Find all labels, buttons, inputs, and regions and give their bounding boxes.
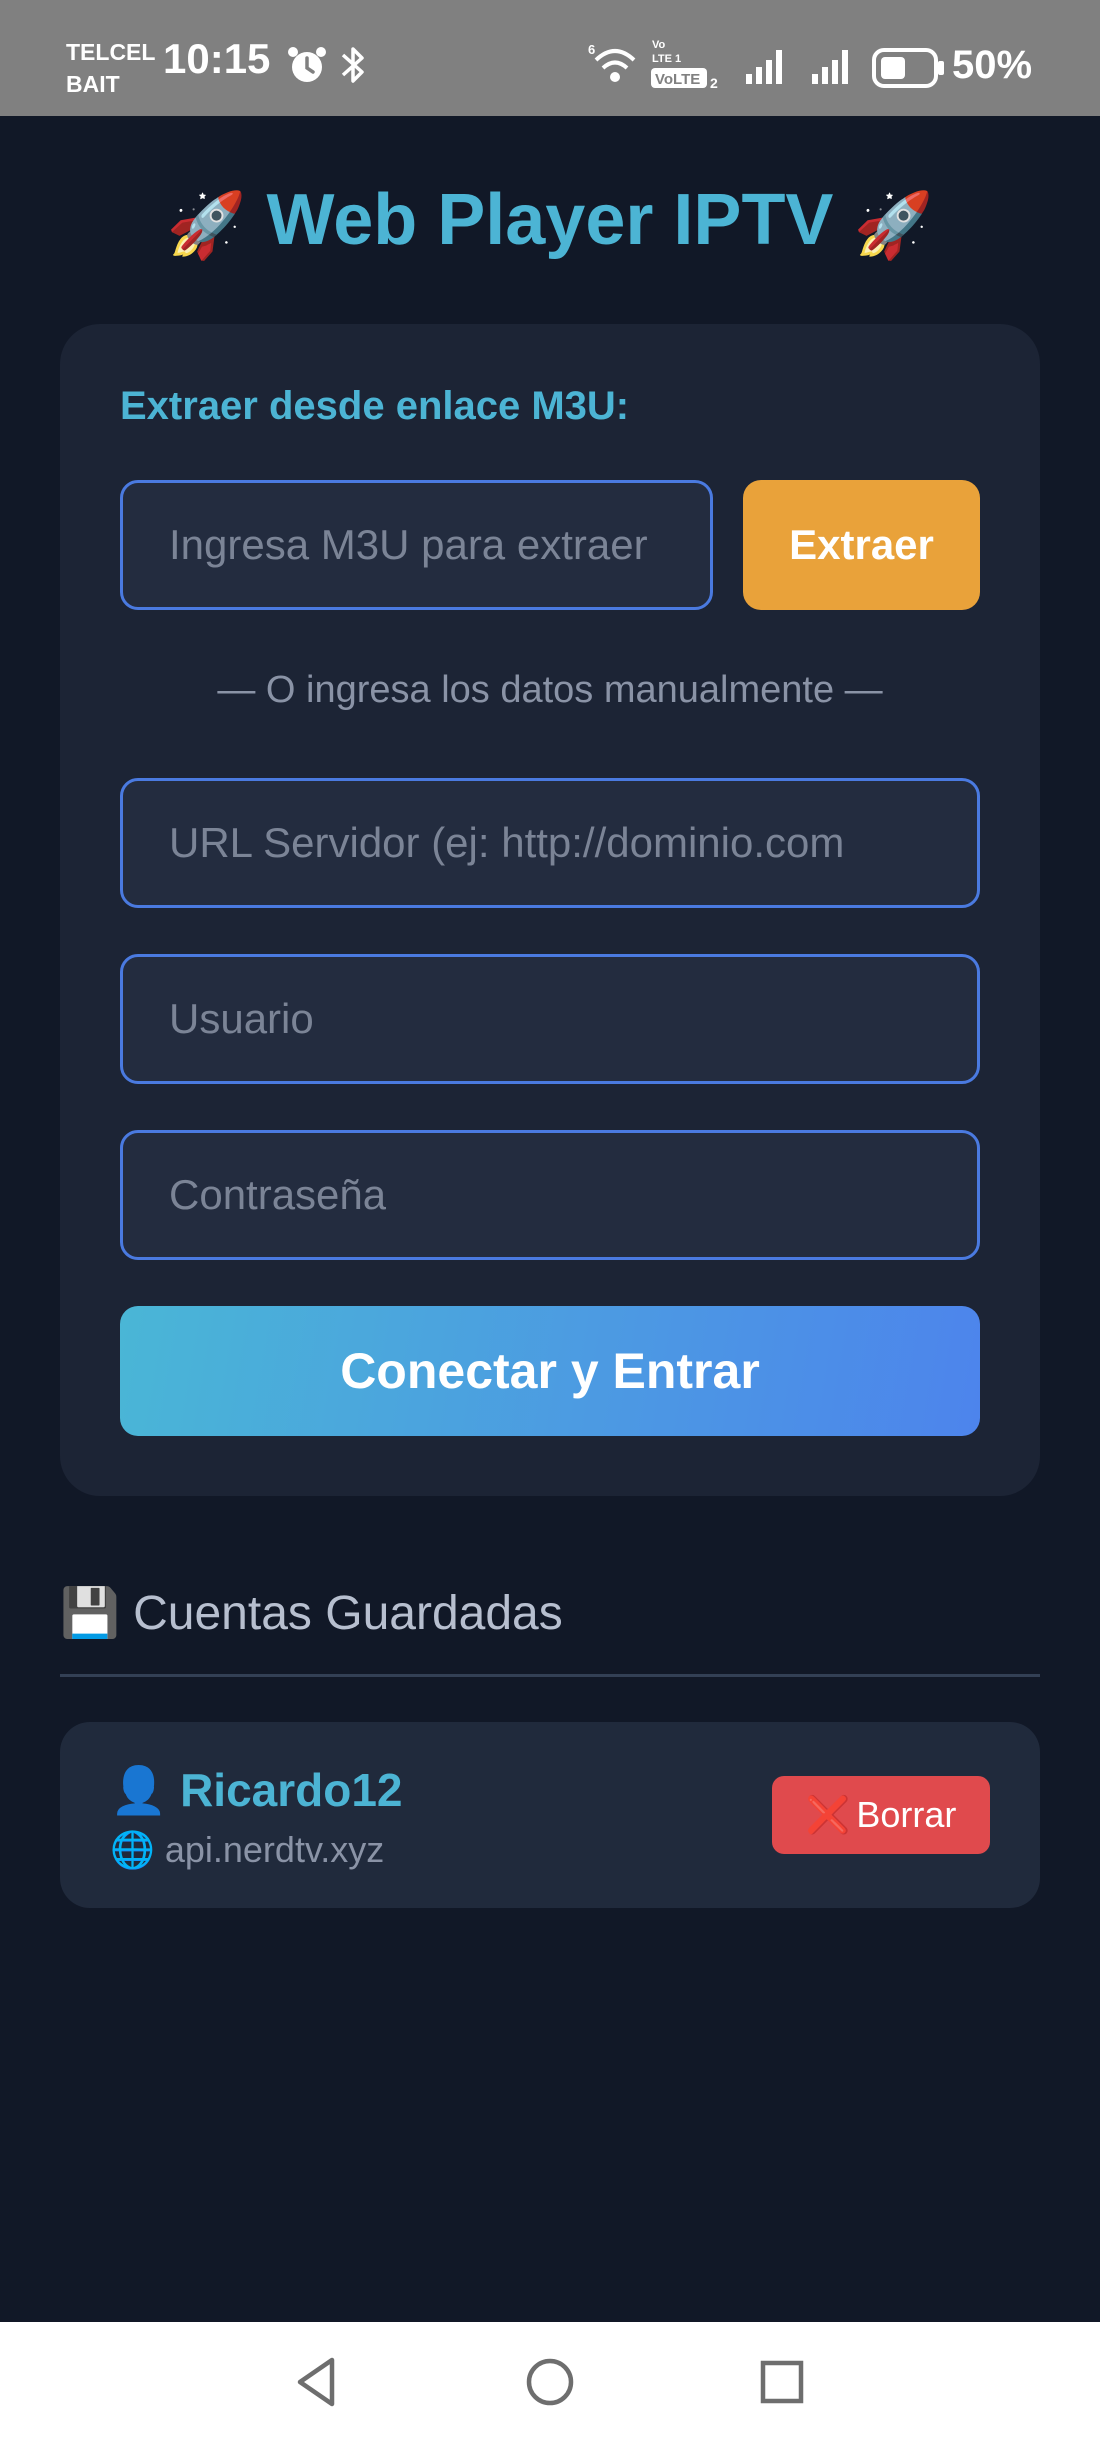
rocket-icon: 🚀 (166, 188, 247, 261)
account-server-host: api.nerdtv.xyz (164, 1829, 385, 1870)
saved-accounts-heading: 💾 Cuentas Guardadas (60, 1582, 563, 1646)
delete-label: Borrar (856, 1794, 957, 1835)
page-title: 🚀 Web Player IPTV 🚀 (0, 170, 1100, 275)
bluetooth-icon (341, 47, 364, 83)
recents-icon[interactable] (756, 2350, 808, 2414)
rocket-icon: 🚀 (853, 188, 934, 261)
clock: 10:15 (163, 35, 271, 82)
svg-text:6: 6 (588, 42, 595, 57)
volte-icon: Vo LTE 1 VoLTE 2 (651, 39, 718, 91)
m3u-input[interactable]: Ingresa M3U para extraer (120, 480, 713, 610)
password-placeholder: Contraseña (169, 1171, 387, 1218)
account-server: 🌐 api.nerdtv.xyz (110, 1822, 384, 1878)
carrier-line-2: BAIT (66, 71, 120, 97)
m3u-label: Extraer desde enlace M3U: (120, 384, 630, 428)
server-url-input[interactable]: URL Servidor (ej: http://dominio.com (120, 778, 980, 908)
saved-accounts-title: Cuentas Guardadas (133, 1587, 563, 1640)
svg-text:VoLTE: VoLTE (655, 71, 700, 88)
server-url-placeholder: URL Servidor (ej: http://dominio.com (169, 819, 845, 866)
navigation-bar (0, 2322, 1100, 2442)
saved-account-item[interactable]: 👤 Ricardo12 🌐 api.nerdtv.xyz ❌ Borrar (60, 1722, 1040, 1908)
divider (60, 1674, 1040, 1677)
password-input[interactable]: Contraseña (120, 1130, 980, 1260)
floppy-disk-icon: 💾 (60, 1587, 120, 1640)
svg-text:LTE 1: LTE 1 (652, 53, 681, 65)
battery-percent: 50% (952, 43, 1033, 87)
status-bar: TELCEL BAIT 10:15 6 Vo LTE 1 VoLTE 2 50% (0, 0, 1100, 116)
connect-button[interactable]: Conectar y Entrar (120, 1306, 980, 1436)
wifi-icon: 6 (588, 42, 636, 82)
account-name: 👤 Ricardo12 (110, 1758, 403, 1822)
svg-text:2: 2 (710, 75, 718, 91)
page-title-text: Web Player IPTV (266, 180, 834, 260)
manual-divider: — O ingresa los datos manualmente — (217, 669, 883, 711)
signal-icon (812, 50, 848, 84)
user-icon: 👤 (110, 1764, 168, 1816)
username-placeholder: Usuario (169, 995, 314, 1042)
signal-icon (746, 50, 782, 84)
account-username: Ricardo12 (180, 1764, 403, 1816)
svg-text:Vo: Vo (652, 39, 666, 51)
carrier-name: TELCEL BAIT (66, 36, 155, 100)
login-card: Extraer desde enlace M3U: Ingresa M3U pa… (60, 324, 1040, 1496)
delete-account-button[interactable]: ❌ Borrar (772, 1776, 990, 1854)
cross-icon: ❌ (805, 1794, 851, 1835)
m3u-placeholder: Ingresa M3U para extraer (169, 521, 648, 568)
home-icon[interactable] (524, 2350, 576, 2414)
back-icon[interactable] (290, 2350, 342, 2414)
globe-icon: 🌐 (110, 1829, 155, 1870)
alarm-icon (288, 47, 326, 82)
carrier-line-1: TELCEL (66, 39, 156, 65)
battery-icon (872, 48, 944, 88)
extract-button[interactable]: Extraer (743, 480, 980, 610)
username-input[interactable]: Usuario (120, 954, 980, 1084)
